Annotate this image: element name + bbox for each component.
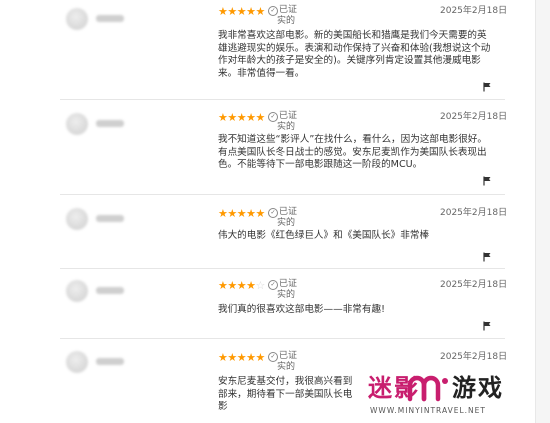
review-divider <box>60 268 505 269</box>
review-date: 2025年2月18日 <box>440 280 508 290</box>
check-circle-icon: ✓ <box>268 6 278 16</box>
reviewer-avatar[interactable] <box>66 351 88 373</box>
review-text: 我不知道这些“影评人”在找什么，看什么，因为这部电影很好。有点美国队长冬日战士的… <box>218 134 487 170</box>
review-text: 我非常喜欢这部电影。新的美国船长和猎鹰是我们今天需要的英雄逃避现实的娱乐。表演和… <box>218 30 491 79</box>
review-divider <box>60 338 505 339</box>
review-date: 2025年2月18日 <box>440 112 508 122</box>
reviewer-name[interactable] <box>96 358 124 365</box>
report-flag-icon[interactable] <box>483 176 492 186</box>
watermark-brand-part2: 游戏 <box>452 374 504 402</box>
reviews-page: ★★★★★ ✓ 已证 实的 2025年2月18日 我非常喜欢这部电影。新的美国船长… <box>0 0 550 423</box>
check-circle-icon: ✓ <box>268 208 278 218</box>
verified-purchase-badge: ✓ 已证 实的 <box>268 111 300 132</box>
reviewer-avatar[interactable] <box>66 8 88 30</box>
review-date: 2025年2月18日 <box>440 6 508 16</box>
watermark-logo-icon <box>407 375 448 402</box>
reviewer-avatar[interactable] <box>66 113 88 135</box>
review-divider <box>60 194 505 195</box>
star-rating: ★★★★☆ <box>218 279 265 292</box>
star-rating: ★★★★★ <box>218 5 265 18</box>
star-rating: ★★★★★ <box>218 207 265 220</box>
star-rating: ★★★★★ <box>218 111 265 124</box>
verified-purchase-badge: ✓ 已证 实的 <box>268 5 300 26</box>
reviewer-avatar[interactable] <box>66 280 88 302</box>
site-watermark: 迷影 游戏 WWW.MINYINTRAVEL.NET <box>352 368 550 423</box>
reviewer-name[interactable] <box>96 15 124 22</box>
page-scrollbar-track[interactable] <box>535 0 550 423</box>
review-date: 2025年2月18日 <box>440 352 508 362</box>
report-flag-icon[interactable] <box>483 82 492 92</box>
review-divider <box>60 99 505 100</box>
report-flag-icon[interactable] <box>483 252 492 262</box>
review-text: 我们真的很喜欢这部电影——非常有趣! <box>218 304 385 315</box>
watermark-url: WWW.MINYINTRAVEL.NET <box>370 406 486 415</box>
star-rating: ★★★★★ <box>218 351 265 364</box>
report-flag-icon[interactable] <box>483 321 492 331</box>
verified-purchase-badge: ✓ 已证 实的 <box>268 279 300 300</box>
check-circle-icon: ✓ <box>268 112 278 122</box>
reviewer-name[interactable] <box>96 287 124 294</box>
reviewer-name[interactable] <box>96 120 124 127</box>
check-circle-icon: ✓ <box>268 280 278 290</box>
reviewer-avatar[interactable] <box>66 208 88 230</box>
review-text: 安东尼麦基交付，我很高兴看到部来，期待看下一部美国队长电影 <box>218 376 353 412</box>
verified-purchase-badge: ✓ 已证 实的 <box>268 207 300 228</box>
reviewer-name[interactable] <box>96 215 124 222</box>
review-text: 伟大的电影《红色绿巨人》和《美国队长》非常棒 <box>218 230 430 241</box>
verified-purchase-badge: ✓ 已证 实的 <box>268 351 300 372</box>
review-date: 2025年2月18日 <box>440 208 508 218</box>
check-circle-icon: ✓ <box>268 352 278 362</box>
